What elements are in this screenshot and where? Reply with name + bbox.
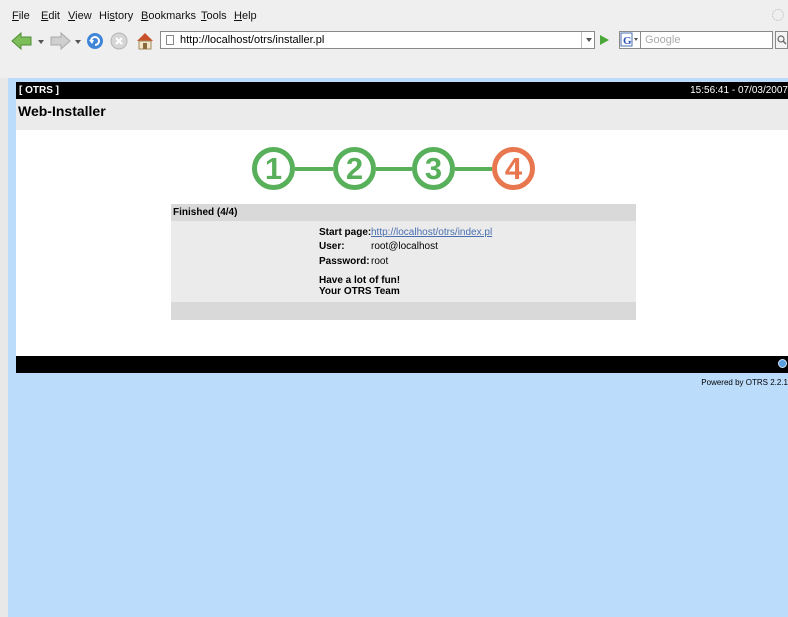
back-history-dropdown-icon[interactable] [38, 40, 44, 44]
home-icon [137, 33, 153, 50]
app-label: [ OTRS ] [19, 85, 59, 96]
stop-icon [110, 32, 128, 50]
step-4-number: 4 [504, 151, 523, 186]
menu-history[interactable]: History [99, 10, 133, 22]
reload-button[interactable] [84, 30, 106, 52]
throbber-icon [772, 9, 784, 21]
panel-header: Finished (4/4) [171, 204, 636, 221]
powered-by: Powered by OTRS 2.2.1 [701, 378, 788, 387]
menu-file[interactable]: File [12, 10, 30, 22]
go-button[interactable] [597, 33, 611, 47]
step-2-number: 2 [345, 151, 364, 186]
search-placeholder: Google [645, 34, 681, 46]
reload-icon [87, 33, 103, 49]
step-connector [376, 167, 412, 171]
page-icon [166, 35, 174, 45]
datetime: 15:56:41 - 07/03/2007 [690, 85, 788, 96]
user-label: User: [319, 241, 345, 252]
user-value: root@localhost [371, 241, 438, 252]
search-button[interactable] [775, 31, 788, 49]
step-3-number: 3 [424, 151, 443, 186]
back-button[interactable] [10, 30, 34, 52]
menu-bookmarks[interactable]: Bookmarks [141, 10, 196, 22]
panel-footer [171, 302, 636, 320]
step-2-icon: 2 [333, 147, 376, 190]
page-left-edge [0, 78, 8, 617]
back-arrow-icon [11, 32, 32, 50]
finished-panel: Finished (4/4) Start page: http://localh… [171, 204, 636, 320]
title-bar: Web-Installer [16, 99, 788, 130]
step-4-icon: 4 [492, 147, 535, 190]
otrs-header-bar: [ OTRS ] 15:56:41 - 07/03/2007 [16, 82, 788, 99]
stop-button[interactable] [108, 30, 130, 52]
step-connector [295, 167, 333, 171]
message-line-2: Your OTRS Team [319, 286, 400, 297]
url-bar[interactable]: http://localhost/otrs/installer.pl [160, 31, 595, 49]
forward-history-dropdown-icon[interactable] [75, 40, 81, 44]
menu-help[interactable]: Help [234, 10, 257, 22]
browser-chrome: File Edit View History Bookmarks Tools H… [0, 0, 788, 78]
url-text[interactable]: http://localhost/otrs/installer.pl [180, 34, 324, 46]
svg-text:G: G [623, 35, 632, 47]
magnifier-icon [777, 35, 787, 45]
step-connector [455, 167, 492, 171]
password-label: Password: [319, 256, 370, 267]
installer-steps: 1 2 3 4 [252, 145, 542, 197]
menu-bar: File Edit View History Bookmarks Tools H… [0, 0, 788, 28]
search-input[interactable]: Google [641, 31, 773, 49]
message-line-1: Have a lot of fun! [319, 275, 401, 286]
menu-edit[interactable]: Edit [41, 10, 60, 22]
otrs-footer-bar [16, 356, 788, 373]
password-value: root [371, 256, 389, 267]
step-3-icon: 3 [412, 147, 455, 190]
home-button[interactable] [134, 30, 156, 52]
forward-arrow-icon [50, 32, 71, 50]
panel-title: Finished (4/4) [173, 207, 238, 218]
go-arrow-icon [600, 35, 609, 45]
url-history-dropdown[interactable] [581, 32, 595, 48]
start-page-label: Start page: [319, 227, 372, 238]
step-1-number: 1 [264, 151, 283, 186]
google-icon: G [620, 32, 638, 47]
top-of-page-icon[interactable] [778, 359, 787, 368]
chevron-down-icon [585, 38, 592, 42]
search-engine-selector[interactable]: G [619, 31, 641, 49]
start-page-link[interactable]: http://localhost/otrs/index.pl [371, 227, 492, 238]
menu-view[interactable]: View [68, 10, 92, 22]
step-1-icon: 1 [252, 147, 295, 190]
menu-tools[interactable]: Tools [201, 10, 227, 22]
forward-button[interactable] [48, 30, 72, 52]
page-title: Web-Installer [18, 103, 106, 119]
